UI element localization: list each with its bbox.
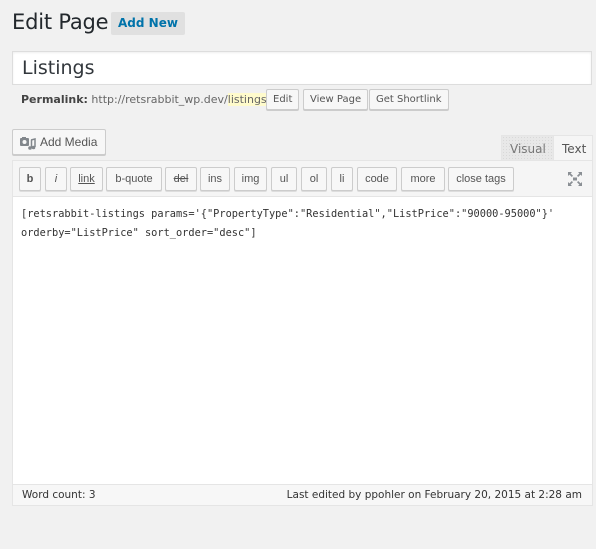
editor-textarea[interactable]: [retsrabbit-listings params='{"PropertyT… <box>13 197 592 487</box>
media-icon <box>20 135 36 150</box>
edit-page-screen: Edit Page Add New Permalink: http://rets… <box>0 0 596 549</box>
post-title-input[interactable] <box>12 51 592 85</box>
qt-close-tags-button[interactable]: close tags <box>448 167 514 191</box>
permalink-slug[interactable]: listings <box>227 93 267 106</box>
qt-img-button[interactable]: img <box>234 167 267 191</box>
qt-bold-button[interactable]: b <box>19 167 41 191</box>
fullscreen-icon[interactable] <box>567 171 583 187</box>
add-new-button[interactable]: Add New <box>111 12 185 35</box>
qt-bquote-button[interactable]: b-quote <box>106 167 162 191</box>
tab-text[interactable]: Text <box>553 135 593 161</box>
permalink-row: Permalink: http://retsrabbit_wp.dev/list… <box>21 93 270 107</box>
qt-ol-button[interactable]: ol <box>301 167 327 191</box>
editor-status-bar: Word count: 3 Last edited by ppohler on … <box>13 484 592 505</box>
tab-visual[interactable]: Visual <box>501 135 555 161</box>
qt-ins-button[interactable]: ins <box>200 167 230 191</box>
get-shortlink-button[interactable]: Get Shortlink <box>369 89 449 110</box>
page-title: Edit Page <box>12 10 109 34</box>
edit-permalink-button[interactable]: Edit <box>266 89 300 110</box>
word-count: Word count: 3 <box>22 489 96 501</box>
qt-del-button[interactable]: del <box>165 167 197 191</box>
qt-ul-button[interactable]: ul <box>271 167 297 191</box>
qt-italic-button[interactable]: i <box>45 167 67 191</box>
qt-li-button[interactable]: li <box>331 167 353 191</box>
view-page-button[interactable]: View Page <box>303 89 369 110</box>
last-edited: Last edited by ppohler on February 20, 2… <box>286 489 582 501</box>
text-editor: b i link b-quote del ins img ul ol li co… <box>12 160 593 506</box>
qt-more-button[interactable]: more <box>401 167 445 191</box>
permalink-base: http://retsrabbit_wp.dev/ <box>91 93 228 106</box>
add-media-label: Add Media <box>40 135 98 149</box>
qt-link-button[interactable]: link <box>70 167 103 191</box>
add-media-button[interactable]: Add Media <box>12 129 107 155</box>
qt-code-button[interactable]: code <box>357 167 397 191</box>
quicktags-toolbar: b i link b-quote del ins img ul ol li co… <box>13 161 592 197</box>
permalink-label: Permalink: <box>21 93 88 106</box>
